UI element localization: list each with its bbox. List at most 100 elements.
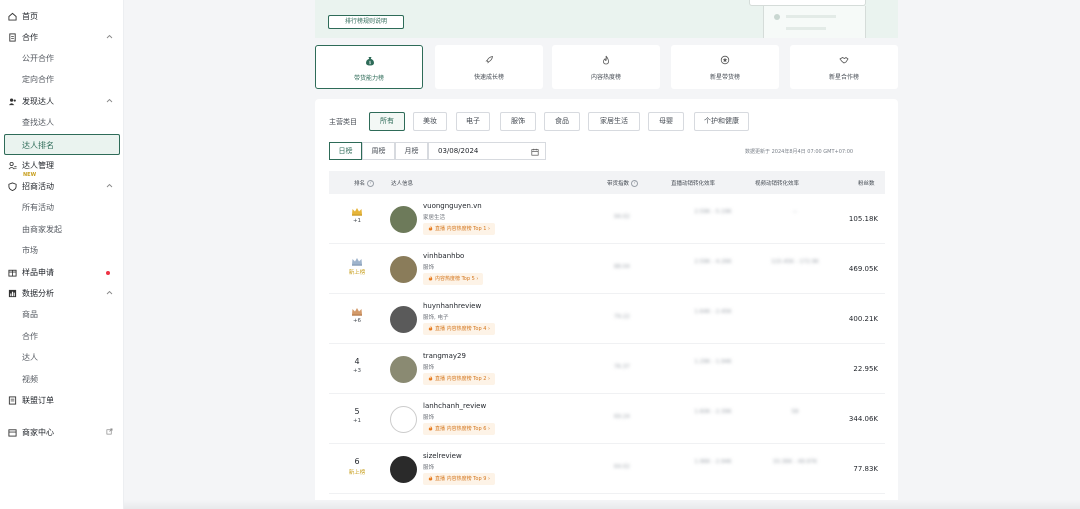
table-row[interactable]: 4 +3 trangmay29 服饰 直播 内容热度榜 Top 2 › 76.37 1.29…: [329, 344, 885, 394]
rank-badge[interactable]: 内容热度榜 Top 5 ›: [423, 273, 484, 285]
period-tab-0[interactable]: 日榜: [329, 142, 362, 160]
sidebar-item-15[interactable]: 合作: [0, 326, 124, 347]
chart-icon: [8, 289, 17, 298]
rank-number: 5: [354, 407, 360, 416]
sidebar-item-12[interactable]: 样品申请: [0, 262, 124, 283]
rank-change: +1: [352, 418, 362, 424]
ranking-tab-4[interactable]: 新星合作榜: [790, 45, 898, 89]
sales-index: 88.04: [614, 264, 630, 270]
category-chip-1[interactable]: 美妆: [413, 112, 447, 131]
sidebar-item-1[interactable]: 合作: [0, 27, 124, 48]
rank-badge[interactable]: 直播 内容热度榜 Top 6 ›: [423, 423, 495, 435]
category-chip-2[interactable]: 电子: [456, 112, 490, 131]
period-tab-1[interactable]: 周榜: [362, 142, 395, 160]
category-chip-0[interactable]: 所有: [369, 112, 405, 131]
ranking-tab-label: 新星合作榜: [828, 74, 859, 81]
rank-badge[interactable]: 直播 内容热度榜 Top 9 ›: [423, 473, 495, 485]
ranking-rules-button[interactable]: 排行榜规则说明: [328, 15, 404, 29]
live-conversion: 2.59K - 4.26K: [694, 259, 732, 265]
ranking-tab-1[interactable]: 快速成长榜: [435, 45, 543, 89]
avatar[interactable]: [390, 406, 417, 433]
crown-bronze-icon: [352, 308, 362, 316]
category-chip-3[interactable]: 服饰: [500, 112, 536, 131]
sidebar-item-14[interactable]: 商品: [0, 304, 124, 325]
table-row[interactable]: +6 huynhanhreview 服饰, 电子 直播 内容热度榜 Top 4 › 79…: [329, 294, 885, 344]
avatar[interactable]: [390, 206, 417, 233]
avatar[interactable]: [390, 356, 417, 383]
video-conversion: 33.36K - 49.97K: [772, 459, 818, 465]
sidebar-item-9[interactable]: 所有活动: [0, 197, 124, 218]
rank-badge[interactable]: 直播 内容热度榜 Top 1 ›: [423, 223, 495, 235]
sidebar-item-4[interactable]: 发现达人: [0, 91, 124, 112]
category-chip-4[interactable]: 食品: [544, 112, 580, 131]
table-header-cell: 达人信息: [391, 181, 414, 187]
rank-change: +1: [352, 218, 362, 224]
sidebar-item-0[interactable]: 首页: [0, 6, 124, 27]
creator-categories: 服饰: [423, 415, 435, 421]
sidebar-item-label: 合作: [22, 33, 38, 42]
creator-categories: 服饰: [423, 365, 435, 371]
sidebar-item-6[interactable]: 达人排名: [4, 134, 120, 155]
creator-name[interactable]: huynhanhreview: [423, 302, 481, 310]
table-header-cell: 视频动销转化效率: [755, 181, 800, 187]
category-filter-label: 主营类目: [329, 118, 357, 126]
creator-name[interactable]: vinhbanhbo: [423, 252, 464, 260]
ranking-tab-2[interactable]: 内容热度榜: [552, 45, 660, 89]
creator-name[interactable]: trangmay29: [423, 352, 466, 360]
update-time: 数据更新于 2024年8月4日 07:00 GMT+07:00: [745, 149, 854, 155]
sidebar-item-17[interactable]: 视频: [0, 369, 124, 390]
sidebar-item-16[interactable]: 达人: [0, 347, 124, 368]
table-header: 排名? 达人信息 带货指数? 直播动销转化效率 视频动销转化效率 粉丝数: [329, 171, 885, 194]
sidebar-item-19[interactable]: 商家中心: [0, 422, 124, 443]
doc-icon: [9, 33, 16, 42]
category-chip-5[interactable]: 家居生活: [588, 112, 640, 131]
sidebar-item-5[interactable]: 查找达人: [0, 112, 124, 133]
flame-icon: [428, 375, 433, 381]
sidebar-item-label: 数据分析: [22, 289, 54, 298]
sidebar-item-label: 定向合作: [22, 75, 54, 84]
creator-name[interactable]: sizelreview: [423, 452, 462, 460]
sidebar-item-3[interactable]: 定向合作: [0, 69, 124, 90]
sidebar-item-label: 发现达人: [22, 97, 54, 106]
sidebar-item-10[interactable]: 由商家发起: [0, 219, 124, 240]
sidebar-item-11[interactable]: 市场: [0, 240, 124, 261]
follower-count: 344.06K: [848, 415, 878, 423]
creator-name[interactable]: lanhchanh_review: [423, 402, 486, 410]
help-icon[interactable]: ?: [631, 180, 639, 187]
creator-categories: 服饰: [423, 265, 435, 271]
date-picker[interactable]: 03/08/2024: [428, 142, 546, 160]
table-row[interactable]: +1 vuongnguyen.vn 家居生活 直播 内容热度榜 Top 1 › 94.0…: [329, 194, 885, 244]
sidebar-item-label: 合作: [22, 332, 38, 341]
category-chip-6[interactable]: 母婴: [648, 112, 684, 131]
period-tab-2[interactable]: 月榜: [395, 142, 428, 160]
sidebar-item-label: 商家中心: [22, 428, 54, 437]
avatar[interactable]: [390, 256, 417, 283]
ranking-tab-3[interactable]: 新星带货榜: [671, 45, 779, 89]
new-tag: NEW: [23, 172, 37, 178]
table-header-cell: 排名?: [354, 179, 375, 187]
table-row[interactable]: 新上榜 vinhbanhbo 服饰 内容热度榜 Top 5 › 88.04 2.59K -…: [329, 244, 885, 294]
sidebar-item-7[interactable]: 达人管理: [0, 155, 124, 176]
sidebar-item-label: 联盟订单: [22, 396, 54, 405]
live-conversion: 1.60K - 2.39K: [694, 409, 732, 415]
sales-index: 64.02: [614, 464, 630, 470]
table-row[interactable]: 5 +1 lanhchanh_review 服饰 直播 内容热度榜 Top 6 › 69.…: [329, 394, 885, 444]
rank-badge[interactable]: 直播 内容热度榜 Top 2 ›: [423, 373, 495, 385]
chevron-up-icon: [106, 183, 113, 188]
avatar[interactable]: [390, 456, 417, 483]
users-icon: [8, 98, 16, 106]
table-header-cell: 直播动销转化效率: [671, 181, 716, 187]
creator-categories: 服饰: [423, 465, 435, 471]
rank-number: 4: [354, 357, 360, 366]
sidebar-item-2[interactable]: 公开合作: [0, 48, 124, 69]
sidebar-item-13[interactable]: 数据分析: [0, 283, 124, 304]
rank-badge[interactable]: 直播 内容热度榜 Top 4 ›: [423, 323, 495, 335]
avatar[interactable]: [390, 306, 417, 333]
table-row[interactable]: 6 新上榜 sizelreview 服饰 直播 内容热度榜 Top 9 › 64.02 1.…: [329, 444, 885, 494]
ranking-tab-0[interactable]: $ 带货能力榜: [315, 45, 423, 89]
sidebar-item-18[interactable]: 联盟订单: [0, 390, 124, 411]
creator-name[interactable]: vuongnguyen.vn: [423, 202, 482, 210]
sidebar-item-8[interactable]: 招商活动: [0, 176, 124, 197]
category-chip-7[interactable]: 个护和健康: [694, 112, 749, 131]
help-icon[interactable]: ?: [367, 180, 375, 187]
